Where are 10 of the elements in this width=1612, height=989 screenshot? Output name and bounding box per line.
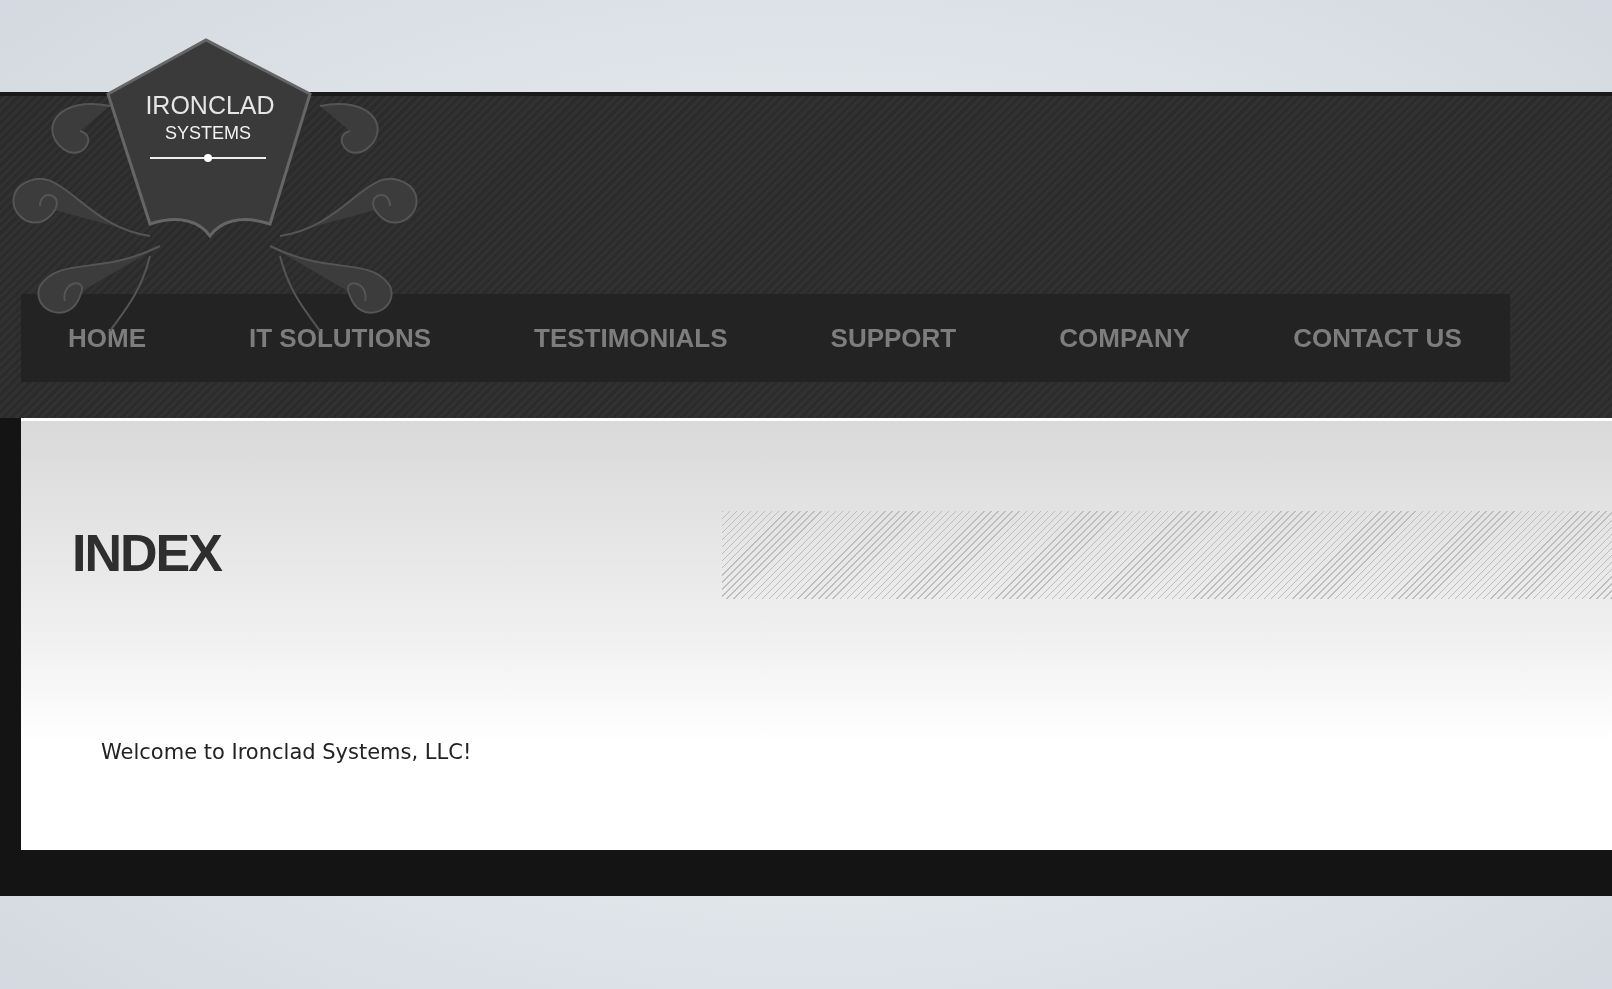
nav-link[interactable]: TESTIMONIALS [534,318,728,358]
logo-name: IRONCLAD [145,91,275,119]
nav-link[interactable]: IT SOLUTIONS [249,318,431,358]
welcome-text: Welcome to Ironclad Systems, LLC! [101,739,473,766]
nav-link[interactable]: COMPANY [1059,318,1191,358]
page-title: INDEX [72,523,223,584]
nav-link[interactable]: SUPPORT [830,318,957,358]
nav-link[interactable]: CONTACT US [1293,318,1462,358]
nav-link[interactable]: HOME [68,318,146,358]
logo-tagline: SYSTEMS [165,123,251,143]
